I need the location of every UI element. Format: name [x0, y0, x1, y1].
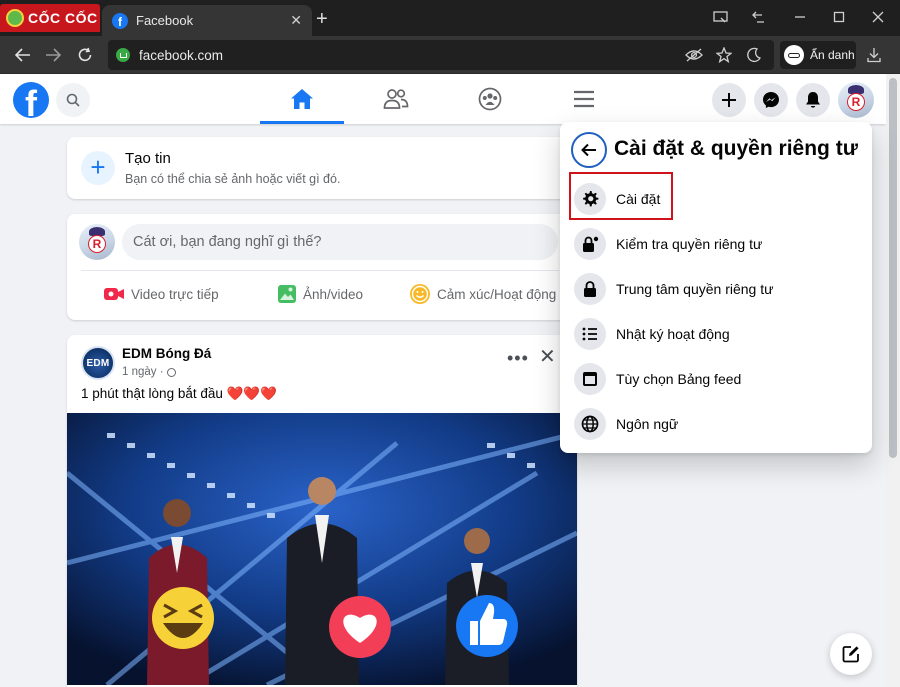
post-more-options-icon[interactable]: ••• [507, 348, 529, 369]
menu-icon [574, 90, 594, 108]
composer-avatar[interactable]: R [79, 224, 115, 260]
scrollbar-thumb[interactable] [889, 78, 897, 458]
menu-item-language-label: Ngôn ngữ [616, 416, 679, 432]
compose-edit-icon [842, 646, 859, 663]
facebook-header: f R [0, 74, 886, 124]
messenger-icon [763, 92, 779, 108]
create-button[interactable] [712, 83, 746, 117]
menu-item-activity-log-label: Nhật ký hoạt động [616, 326, 730, 342]
post-avatar-text: EDM [86, 357, 110, 369]
menu-item-activity-log[interactable]: Nhật ký hoạt động [566, 312, 866, 356]
post-author-avatar[interactable]: EDM [81, 346, 115, 380]
story-subtitle: Bạn có thể chia sẻ ảnh hoặc viết gì đó. [125, 172, 341, 186]
profile-avatar[interactable]: R [838, 82, 874, 118]
home-icon [291, 89, 313, 109]
coccoc-logo-icon [6, 9, 24, 27]
screenshot-icon[interactable] [708, 6, 732, 28]
story-title: Tạo tin [125, 150, 171, 167]
groups-icon [478, 87, 502, 111]
maximize-button[interactable] [827, 6, 851, 28]
browser-address-bar: facebook.com Ẩn danh [0, 36, 900, 74]
menu-item-feed-preferences-label: Tùy chọn Bảng feed [616, 371, 742, 387]
lock-check-icon [574, 228, 606, 260]
post-author-name[interactable]: EDM Bóng Đá [122, 346, 211, 361]
live-video-label: Video trực tiếp [131, 286, 219, 302]
menu-item-language[interactable]: Ngôn ngữ [566, 402, 866, 446]
post-time[interactable]: 1 ngày · [122, 366, 164, 378]
photo-icon [278, 285, 296, 303]
feed-post-card: EDM EDM Bóng Đá 1 ngày · ••• ✕ 1 phút th… [67, 335, 577, 687]
post-image[interactable] [67, 413, 577, 685]
menu-item-feed-preferences[interactable]: Tùy chọn Bảng feed [566, 357, 866, 401]
tab-home[interactable] [260, 74, 344, 124]
new-tab-button[interactable]: + [316, 9, 328, 29]
incognito-icon [784, 45, 804, 65]
whats-on-your-mind-input[interactable]: Cát ơi, bạn đang nghĩ gì thế? [122, 224, 558, 260]
plus-icon [722, 93, 736, 107]
lock-icon [574, 273, 606, 305]
incognito-badge[interactable]: Ẩn danh [780, 41, 856, 69]
tab-friends[interactable] [354, 74, 438, 124]
menu-item-privacy-checkup-label: Kiểm tra quyền riêng tư [616, 236, 763, 252]
back-history-icon[interactable] [746, 6, 770, 28]
close-window-button[interactable] [866, 6, 890, 28]
menu-title: Cài đặt & quyền riêng tư [614, 137, 858, 160]
facebook-favicon-icon: f [112, 12, 128, 29]
star-icon[interactable] [714, 45, 734, 65]
menu-item-privacy-center-label: Trung tâm quyền riêng tư [616, 281, 774, 297]
public-globe-icon [166, 367, 176, 377]
feeling-activity-label: Cảm xúc/Hoạt động [437, 286, 557, 302]
feeling-icon [410, 284, 430, 304]
moon-icon[interactable] [744, 45, 764, 65]
browser-tab-bar: CỐC CỐC f Facebook ✕ + [0, 0, 900, 36]
search-icon [66, 93, 80, 107]
facebook-logo-icon[interactable]: f [13, 82, 49, 118]
notification-bell-icon [806, 92, 820, 108]
post-text: 1 phút thật lòng bắt đầu ❤️❤️❤️ [81, 386, 278, 401]
notifications-button[interactable] [796, 83, 830, 117]
post-composer-card: R Cát ơi, bạn đang nghĩ gì thế? Video tr… [67, 214, 573, 320]
tab-title: Facebook [136, 13, 194, 28]
eye-off-icon[interactable] [684, 45, 704, 65]
brand-text: CỐC CỐC [28, 10, 98, 26]
url-text: facebook.com [139, 47, 224, 63]
menu-item-privacy-checkup[interactable]: Kiểm tra quyền riêng tư [566, 222, 866, 266]
photo-video-button[interactable]: Ảnh/video [277, 276, 363, 312]
tab-close-icon[interactable]: ✕ [290, 12, 302, 29]
coccoc-brand[interactable]: CỐC CỐC [0, 4, 100, 32]
back-arrow-icon[interactable] [12, 44, 34, 66]
composer-divider [81, 270, 559, 271]
friends-icon [383, 89, 409, 109]
post-photo-illustration [67, 413, 577, 685]
incognito-label: Ẩn danh [810, 48, 855, 62]
new-message-button[interactable] [830, 633, 872, 675]
menu-back-button[interactable] [571, 132, 607, 168]
post-meta: 1 ngày · [122, 366, 176, 378]
add-story-plus-icon[interactable]: + [81, 151, 115, 185]
secure-lock-icon [116, 48, 130, 62]
feeling-activity-button[interactable]: Cảm xúc/Hoạt động [409, 276, 556, 312]
forward-arrow-icon[interactable] [42, 44, 64, 66]
minimize-button[interactable] [788, 6, 812, 28]
search-button[interactable] [56, 83, 90, 117]
live-video-button[interactable]: Video trực tiếp [103, 276, 219, 312]
highlight-box [569, 172, 673, 220]
list-icon [574, 318, 606, 350]
feed-icon [574, 363, 606, 395]
back-arrow-icon [581, 143, 596, 157]
reload-icon[interactable] [74, 44, 96, 66]
menu-item-privacy-center[interactable]: Trung tâm quyền riêng tư [566, 267, 866, 311]
browser-tab[interactable]: f Facebook ✕ [102, 5, 312, 36]
messenger-button[interactable] [754, 83, 788, 117]
tab-menu[interactable] [542, 74, 626, 124]
url-field[interactable]: facebook.com [108, 40, 774, 70]
page-scrollbar[interactable] [886, 74, 900, 687]
globe-icon [574, 408, 606, 440]
post-hide-close-icon[interactable]: ✕ [539, 344, 556, 369]
live-video-icon [104, 288, 124, 300]
download-icon[interactable] [864, 45, 884, 65]
create-story-card[interactable]: + Tạo tin Bạn có thể chia sẻ ảnh hoặc vi… [67, 137, 573, 199]
photo-video-label: Ảnh/video [303, 286, 364, 302]
tab-groups[interactable] [448, 74, 532, 124]
